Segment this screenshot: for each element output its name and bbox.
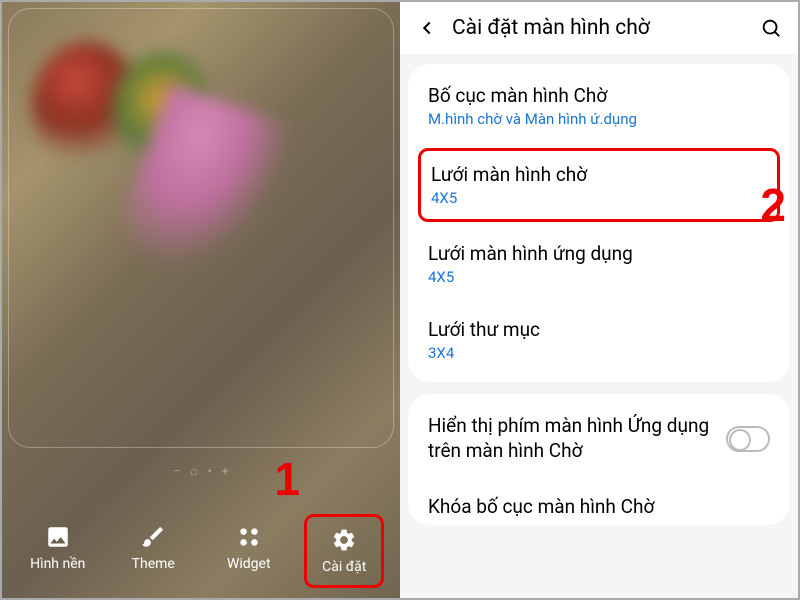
editor-toolbar: Hình nền Theme Widget Cài đặt	[2, 514, 400, 588]
setting-value: 4X5	[428, 268, 770, 286]
setting-title: Lưới màn hình chờ	[431, 163, 767, 186]
setting-title: Bố cục màn hình Chờ	[428, 84, 770, 107]
setting-home-grid[interactable]: Lưới màn hình chờ 4X5	[418, 148, 780, 222]
toolbar-label: Cài đặt	[322, 559, 366, 575]
setting-value: 4X5	[431, 189, 767, 207]
search-icon[interactable]	[760, 17, 782, 39]
widget-button[interactable]: Widget	[209, 514, 289, 588]
annotation-step-2: 2	[760, 178, 786, 232]
setting-value: M.hình chờ và Màn hình ứ.dụng	[428, 110, 770, 128]
setting-title: Khóa bố cục màn hình Chờ	[428, 495, 770, 518]
toolbar-label: Theme	[132, 556, 175, 572]
setting-title: Lưới thư mục	[428, 318, 770, 341]
page-indicator: −⌂•+	[2, 464, 400, 478]
home-screen-editor: −⌂•+ Hình nền Theme Widget Cài đặt 1	[2, 2, 400, 598]
settings-group-layout: Bố cục màn hình Chờ M.hình chờ và Màn hì…	[408, 64, 790, 382]
settings-list: Bố cục màn hình Chờ M.hình chờ và Màn hì…	[400, 54, 798, 598]
setting-home-layout[interactable]: Bố cục màn hình Chờ M.hình chờ và Màn hì…	[408, 68, 790, 144]
theme-button[interactable]: Theme	[113, 514, 193, 588]
toolbar-label: Widget	[227, 556, 271, 572]
setting-title: Hiển thị phím màn hình Ứng dụng trên màn…	[428, 414, 726, 463]
toggle-switch[interactable]	[726, 426, 770, 452]
toolbar-label: Hình nền	[30, 556, 85, 572]
settings-screen: Cài đặt màn hình chờ Bố cục màn hình Chờ…	[400, 2, 798, 598]
setting-value: 3X4	[428, 344, 770, 362]
setting-title: Lưới màn hình ứng dụng	[428, 242, 770, 265]
settings-group-options: Hiển thị phím màn hình Ứng dụng trên màn…	[408, 394, 790, 525]
wallpaper-preview	[2, 2, 400, 598]
page-title: Cài đặt màn hình chờ	[452, 16, 746, 40]
image-icon	[45, 524, 71, 550]
setting-apps-grid[interactable]: Lưới màn hình ứng dụng 4X5	[408, 226, 790, 302]
setting-folder-grid[interactable]: Lưới thư mục 3X4	[408, 302, 790, 378]
annotation-step-1: 1	[274, 452, 300, 506]
wallpaper-button[interactable]: Hình nền	[18, 514, 98, 588]
back-icon[interactable]	[416, 17, 438, 39]
settings-button[interactable]: Cài đặt	[304, 514, 384, 588]
settings-header: Cài đặt màn hình chờ	[400, 2, 798, 54]
gear-icon	[331, 527, 357, 553]
brush-icon	[140, 524, 166, 550]
grid-icon	[236, 524, 262, 550]
setting-lock-layout[interactable]: Khóa bố cục màn hình Chờ	[408, 479, 790, 518]
setting-apps-button-toggle[interactable]: Hiển thị phím màn hình Ứng dụng trên màn…	[408, 398, 790, 479]
